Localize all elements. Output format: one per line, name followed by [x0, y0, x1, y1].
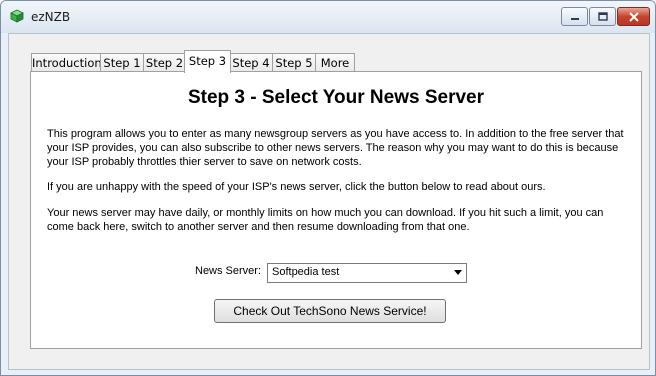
tab-step-1[interactable]: Step 1	[100, 53, 144, 72]
maximize-button[interactable]	[589, 7, 616, 26]
tab-step-3[interactable]: Step 3	[184, 50, 231, 73]
dropdown-arrow-icon[interactable]	[454, 270, 462, 275]
tab-step-4[interactable]: Step 4	[229, 53, 273, 72]
window-title: ezNZB	[31, 10, 71, 24]
close-icon	[628, 11, 639, 22]
tab-step-5[interactable]: Step 5	[272, 53, 316, 72]
news-server-label: News Server:	[195, 265, 262, 277]
limits-paragraph: Your news server may have daily, or mont…	[47, 207, 604, 233]
client-area: Introduction Step 1 Step 2 Step 3 Step 4…	[8, 33, 650, 370]
techsono-news-service-button[interactable]: Check Out TechSono News Service!	[214, 299, 446, 323]
maximize-icon	[597, 12, 608, 21]
news-server-value: Softpedia test	[272, 266, 340, 278]
app-cube-icon	[10, 9, 24, 23]
app-window: ezNZB Introduction Step 1 Step 2 Step 3 …	[0, 0, 656, 376]
tab-step-2[interactable]: Step 2	[143, 53, 186, 72]
tab-introduction[interactable]: Introduction	[31, 53, 102, 72]
minimize-button[interactable]	[561, 7, 588, 26]
speed-paragraph: If you are unhappy with the speed of you…	[47, 181, 546, 193]
title-bar[interactable]: ezNZB	[1, 1, 655, 33]
intro-paragraph: This program allows you to enter as many…	[47, 128, 624, 168]
page-title: Step 3 - Select Your News Server	[187, 87, 485, 108]
minimize-icon	[570, 17, 579, 20]
tab-panel-step-3: Step 3 - Select Your News Server This pr…	[30, 71, 642, 349]
close-button[interactable]	[617, 7, 650, 26]
news-server-select[interactable]: Softpedia test	[267, 263, 467, 283]
tab-more[interactable]: More	[315, 53, 355, 72]
